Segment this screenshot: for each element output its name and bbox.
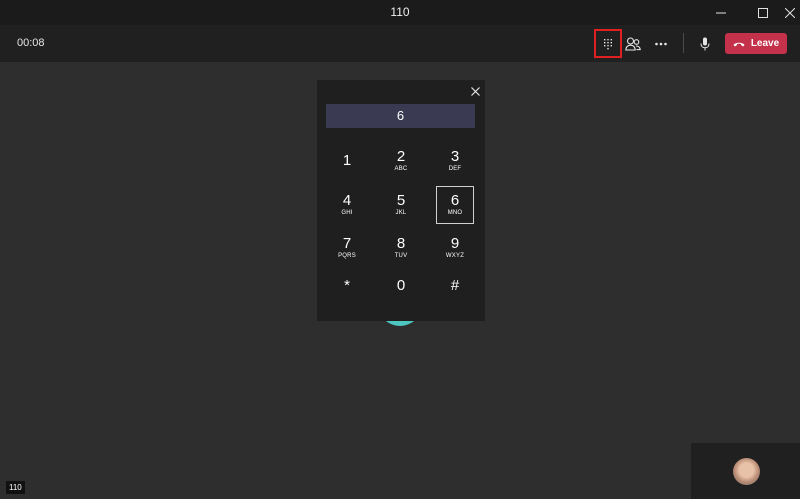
leave-button[interactable]: Leave — [725, 33, 787, 54]
dialpad-key-4[interactable]: 4 GHI — [328, 186, 366, 224]
dialpad-key-1[interactable]: 1 — [328, 142, 366, 180]
key-digit: 2 — [396, 148, 406, 165]
key-digit: # — [450, 277, 460, 294]
maximize-button[interactable] — [748, 0, 778, 25]
dialpad-icon — [604, 38, 612, 49]
dialpad-key-9[interactable]: 9 WXYZ — [436, 229, 474, 267]
dialpad-key-0[interactable]: 0 — [382, 267, 420, 305]
key-letters: ABC — [394, 166, 408, 172]
dialpad-key-6[interactable]: 6 MNO — [436, 186, 474, 224]
minimize-button[interactable] — [706, 0, 736, 25]
key-letters: PQRS — [338, 253, 356, 259]
key-digit: 0 — [396, 277, 406, 294]
key-digit: 3 — [450, 148, 460, 165]
dialpad-key-star[interactable]: * — [328, 267, 366, 305]
key-digit: 8 — [396, 235, 406, 252]
microphone-icon — [700, 37, 710, 51]
dialpad-key-2[interactable]: 2 ABC — [382, 142, 420, 180]
self-avatar — [733, 458, 760, 485]
leave-label: Leave — [750, 38, 780, 49]
key-digit: 5 — [396, 192, 406, 209]
key-letters: WXYZ — [445, 253, 465, 259]
microphone-button[interactable] — [690, 29, 720, 59]
window-title: 110 — [390, 5, 410, 19]
key-letters: JKL — [395, 210, 407, 216]
dialpad-key-3[interactable]: 3 DEF — [436, 142, 474, 180]
title-bar: 110 — [0, 0, 800, 25]
toolbar-divider — [683, 33, 684, 53]
participants-button[interactable] — [618, 29, 648, 59]
key-digit: 6 — [450, 192, 460, 209]
close-icon — [785, 7, 795, 18]
call-timer: 00:08 — [17, 37, 45, 49]
hang-up-icon — [733, 42, 745, 46]
dialpad-key-8[interactable]: 8 TUV — [382, 229, 420, 267]
more-options-button[interactable] — [646, 29, 676, 59]
key-letters: DEF — [448, 166, 462, 172]
close-icon — [470, 86, 480, 96]
dialpad-close-button[interactable] — [467, 83, 483, 99]
key-letters: TUV — [394, 253, 408, 259]
key-digit: 7 — [342, 235, 352, 252]
key-digit: * — [344, 277, 350, 294]
more-icon — [655, 42, 667, 46]
call-label-badge: 110 — [6, 481, 25, 494]
key-letters: GHI — [341, 210, 353, 216]
key-digit: 4 — [342, 192, 352, 209]
dialpad-panel: 6 1 2 ABC 3 DEF 4 GHI 5 JKL 6 MNO 7 PQRS… — [317, 80, 485, 321]
key-digit: 9 — [450, 235, 460, 252]
dialpad-key-7[interactable]: 7 PQRS — [328, 229, 366, 267]
people-icon — [625, 37, 641, 51]
maximize-icon — [758, 7, 768, 18]
key-digit: 1 — [342, 152, 352, 169]
self-view[interactable] — [691, 443, 800, 499]
dialpad-key-hash[interactable]: # — [436, 267, 474, 305]
dialpad-key-5[interactable]: 5 JKL — [382, 186, 420, 224]
close-window-button[interactable] — [775, 0, 800, 25]
dialpad-number-display[interactable]: 6 — [326, 104, 475, 128]
minimize-icon — [716, 12, 726, 13]
call-toolbar: 00:08 Leave — [0, 25, 800, 62]
key-letters: MNO — [447, 210, 463, 216]
